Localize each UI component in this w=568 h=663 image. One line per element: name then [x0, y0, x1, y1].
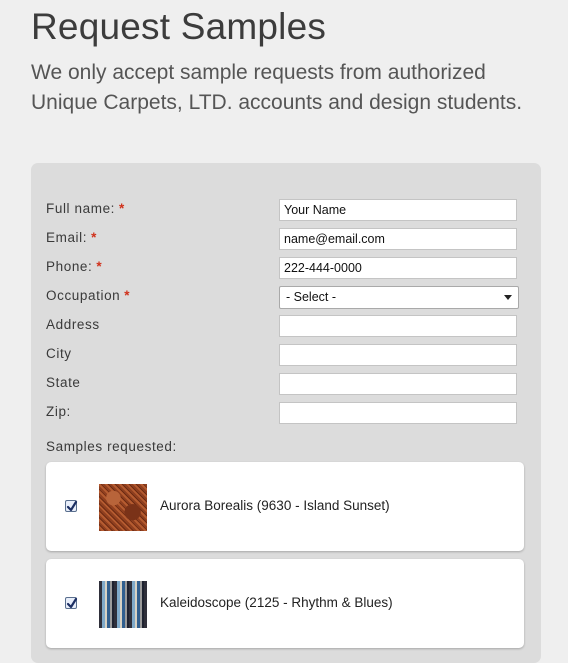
required-asterisk: *: [96, 259, 103, 274]
phone-label: Phone: *: [46, 259, 103, 274]
sample-swatch-image: [99, 484, 147, 531]
address-label: Address: [46, 317, 100, 332]
sample-name: Kaleidoscope (2125 - Rhythm & Blues): [160, 595, 393, 610]
required-asterisk: *: [124, 288, 131, 303]
full-name-label: Full name: *: [46, 201, 125, 216]
sample-name: Aurora Borealis (9630 - Island Sunset): [160, 498, 390, 513]
required-asterisk: *: [119, 201, 125, 216]
sample-checkbox[interactable]: [65, 500, 78, 512]
sample-item[interactable]: Kaleidoscope (2125 - Rhythm & Blues): [46, 559, 524, 648]
sample-swatch-image: [99, 581, 147, 628]
state-field[interactable]: [279, 373, 517, 395]
phone-field[interactable]: [279, 257, 517, 279]
zip-label: Zip:: [46, 404, 71, 419]
address-field[interactable]: [279, 315, 517, 337]
checkmark-icon: [66, 500, 78, 512]
intro-text: We only accept sample requests from auth…: [31, 61, 523, 114]
occupation-label: Occupation *: [46, 288, 131, 303]
city-label: City: [46, 346, 72, 361]
occupation-selected-value: - Select -: [286, 290, 337, 304]
email-field[interactable]: [279, 228, 517, 250]
checkmark-icon: [66, 597, 78, 609]
full-name-field[interactable]: [279, 199, 517, 221]
sample-item[interactable]: Aurora Borealis (9630 - Island Sunset): [46, 462, 524, 551]
samples-requested-label: Samples requested:: [46, 439, 177, 454]
state-label: State: [46, 375, 81, 390]
occupation-select[interactable]: - Select -: [279, 286, 519, 309]
request-form: Full name:* Email:* Phone:* Occupation* …: [31, 163, 541, 663]
zip-field[interactable]: [279, 402, 517, 424]
required-asterisk: *: [91, 230, 97, 245]
email-label: Email: *: [46, 230, 97, 245]
city-field[interactable]: [279, 344, 517, 366]
page-title: Request Samples: [31, 6, 327, 47]
chevron-down-icon: [504, 295, 512, 300]
sample-checkbox[interactable]: [65, 597, 78, 609]
